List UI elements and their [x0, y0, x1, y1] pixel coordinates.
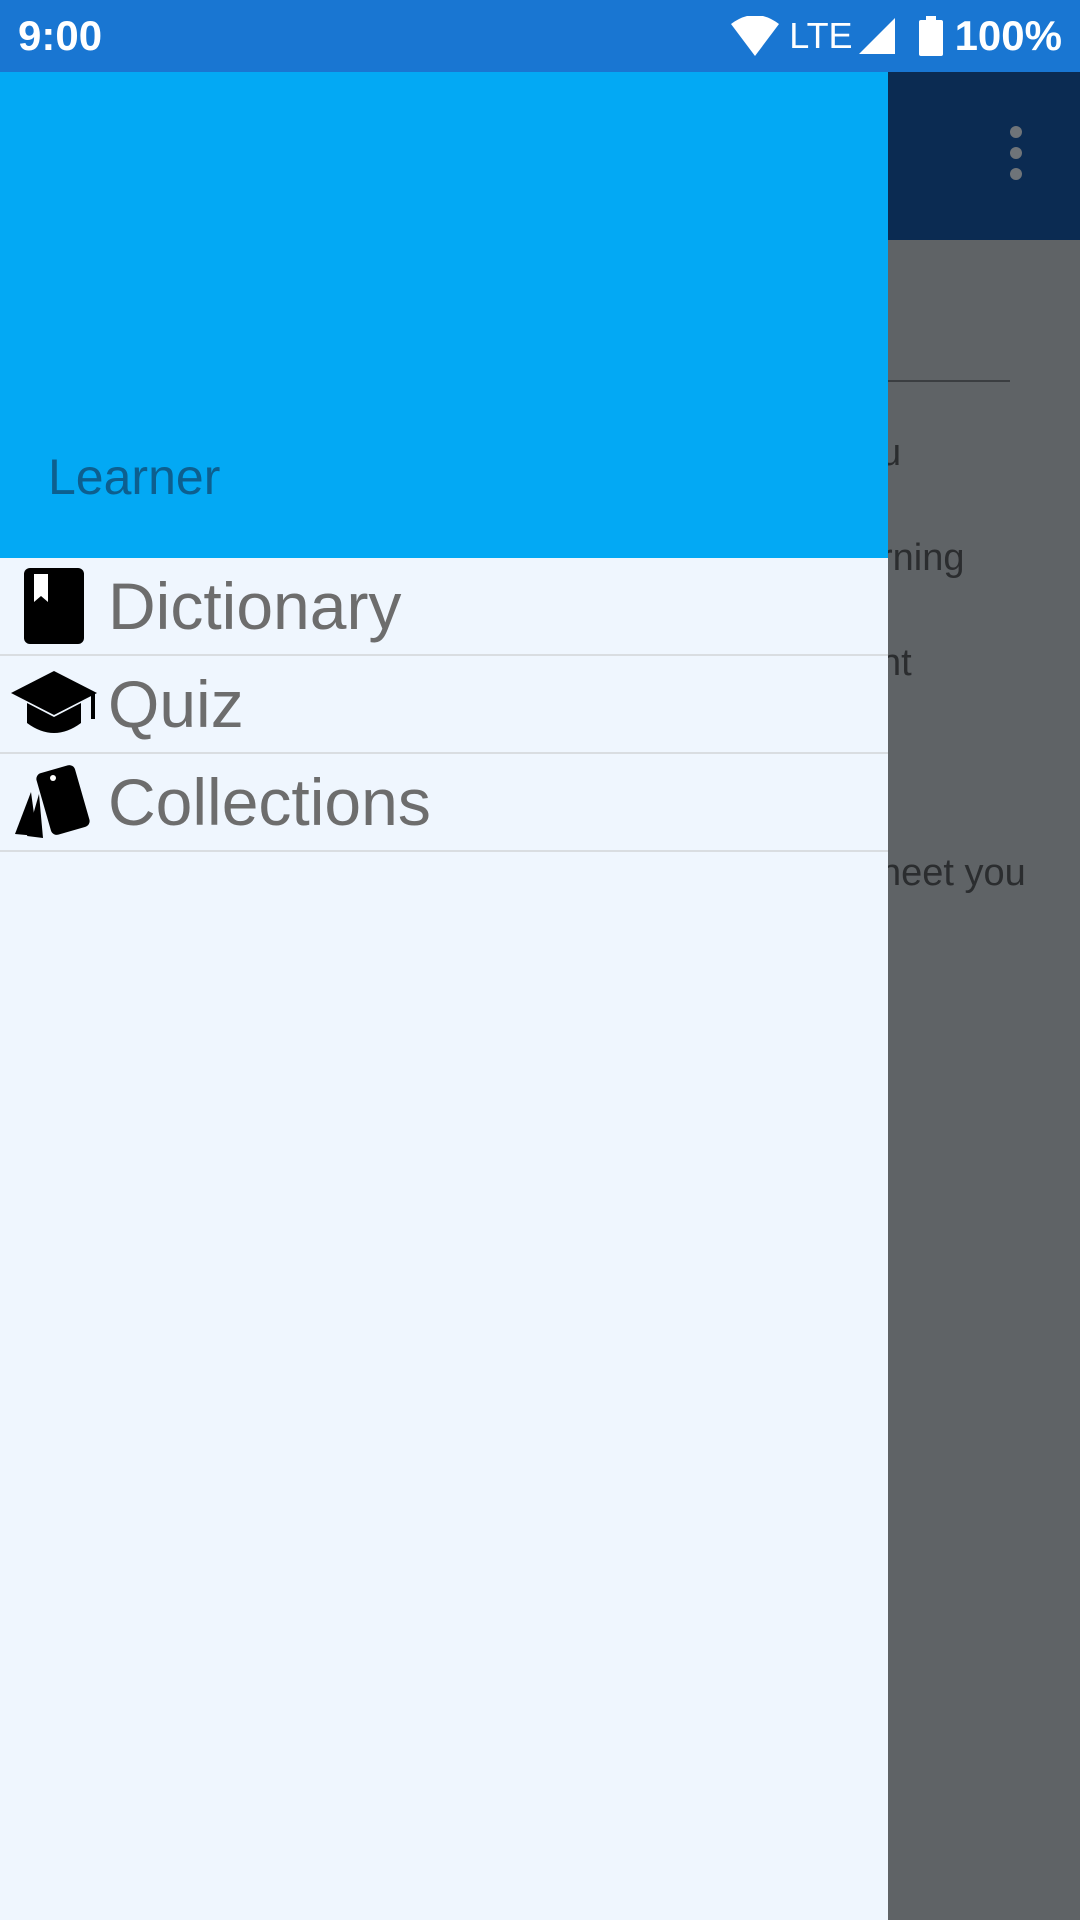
drawer-header: Learner	[0, 72, 888, 558]
more-options-icon[interactable]	[1004, 126, 1028, 190]
background-text: neet you	[880, 852, 1026, 894]
battery-percent: 100%	[954, 12, 1062, 59]
nav-label-dictionary: Dictionary	[108, 569, 402, 643]
background-divider	[880, 380, 1010, 382]
nav-item-dictionary[interactable]: Dictionary	[0, 558, 888, 656]
background-text: rning	[880, 537, 965, 579]
cards-icon	[0, 753, 108, 851]
status-icons: LTE 100%	[731, 12, 1062, 60]
cell-signal-icon	[858, 18, 895, 54]
status-time: 9:00	[18, 12, 103, 59]
nav-label-collections: Collections	[108, 765, 431, 839]
book-icon	[0, 557, 108, 655]
network-type: LTE	[789, 15, 853, 56]
nav-item-collections[interactable]: Collections	[0, 754, 888, 852]
nav-item-quiz[interactable]: Quiz	[0, 656, 888, 754]
graduation-cap-icon	[0, 655, 108, 753]
battery-icon	[918, 16, 943, 56]
wifi-icon	[731, 16, 780, 56]
user-name: Learner	[48, 449, 221, 505]
navigation-drawer: Learner Dictionary Quiz Collections	[0, 72, 888, 1920]
nav-label-quiz: Quiz	[108, 667, 244, 741]
status-bar: 9:00 LTE 100%	[0, 0, 1080, 72]
